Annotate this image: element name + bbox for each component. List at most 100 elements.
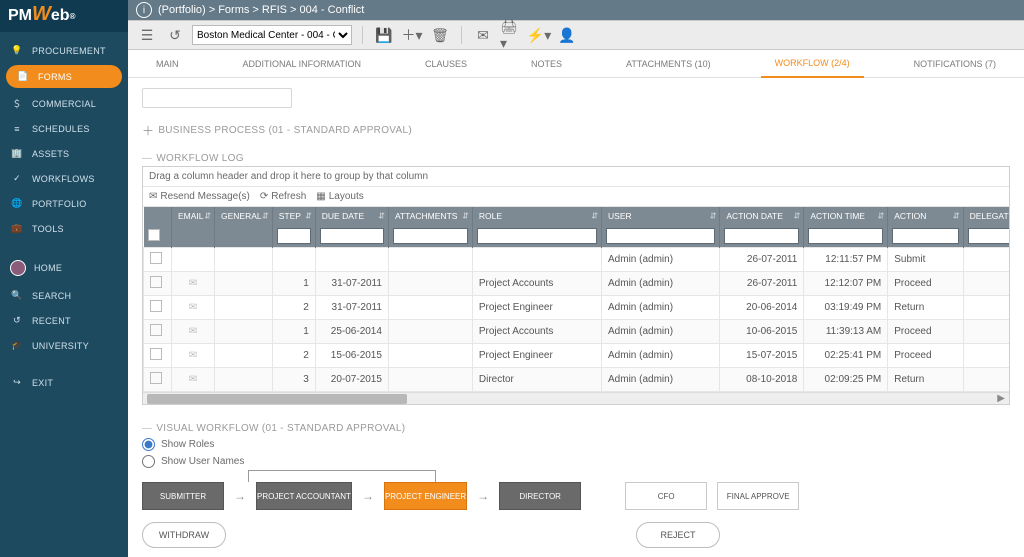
node-final-approve[interactable]: Final Approve: [717, 482, 799, 510]
col-due-date[interactable]: Due Date⇵: [315, 207, 388, 225]
tab-workflow-2-4-[interactable]: Workflow (2/4): [761, 51, 864, 78]
business-process-header[interactable]: ＋ Business Process (01 - Standard Approv…: [142, 122, 1010, 139]
row-checkbox[interactable]: [150, 252, 162, 264]
horizontal-scrollbar[interactable]: ▶: [143, 392, 1009, 404]
tab-notifications-7-[interactable]: Notifications (7): [900, 50, 1010, 77]
table-row[interactable]: Admin (admin)26-07-201112:11:57 PMSubmit…: [144, 248, 1010, 272]
tab-clauses[interactable]: Clauses: [411, 50, 481, 77]
withdraw-button[interactable]: Withdraw: [142, 522, 226, 548]
col-action-date[interactable]: Action Date⇵: [720, 207, 804, 225]
filter-input[interactable]: [393, 228, 468, 244]
list-icon[interactable]: ☰: [136, 24, 158, 46]
user-icon[interactable]: 👤: [556, 24, 578, 46]
sidebar-item-search[interactable]: 🔍Search: [0, 283, 128, 308]
row-checkbox[interactable]: [150, 324, 162, 336]
cell: 26-07-2011: [720, 272, 804, 296]
table-row[interactable]: ✉215-06-2015Project EngineerAdmin (admin…: [144, 344, 1010, 368]
tab-attachments-10-[interactable]: Attachments (10): [612, 50, 725, 77]
table-row[interactable]: ✉125-06-2014Project AccountsAdmin (admin…: [144, 320, 1010, 344]
sidebar-item-home[interactable]: Home: [0, 253, 128, 283]
filter-input[interactable]: [320, 228, 384, 244]
col-user[interactable]: User⇵: [602, 207, 720, 225]
print-icon[interactable]: 🖨▾: [500, 24, 522, 46]
table-row[interactable]: ✉320-07-2015DirectorAdmin (admin)08-10-2…: [144, 368, 1010, 392]
cell: [963, 296, 1009, 320]
layouts-button[interactable]: ▦ Layouts: [316, 191, 363, 202]
col-action[interactable]: Action⇵: [888, 207, 963, 225]
sidebar-item-tools[interactable]: 💼Tools: [0, 216, 128, 241]
select-all-checkbox[interactable]: [148, 229, 160, 241]
sidebar-item-schedules[interactable]: ≡Schedules: [0, 117, 128, 141]
sidebar-item-label: Recent: [32, 316, 71, 326]
filter-input[interactable]: [892, 228, 958, 244]
info-icon[interactable]: i: [136, 2, 152, 18]
bolt-icon[interactable]: ⚡▾: [528, 24, 550, 46]
table-row[interactable]: ✉131-07-2011Project AccountsAdmin (admin…: [144, 272, 1010, 296]
sidebar-item-procurement[interactable]: 💡Procurement: [0, 38, 128, 63]
tab-main[interactable]: Main: [142, 50, 193, 77]
cell: [215, 368, 273, 392]
col-email[interactable]: Email⇵: [171, 207, 214, 225]
avatar-icon: [10, 260, 26, 276]
sidebar-item-assets[interactable]: 🏢Assets: [0, 141, 128, 166]
sidebar-item-forms[interactable]: 📄Forms: [6, 65, 122, 88]
workflow-log-header[interactable]: Workflow Log: [142, 153, 1010, 164]
show-users-radio[interactable]: Show User Names: [142, 455, 1010, 468]
show-roles-input[interactable]: [142, 438, 155, 451]
add-icon[interactable]: ＋▾: [401, 24, 423, 46]
visual-workflow-header[interactable]: Visual Workflow (01 - Standard Approval): [142, 423, 1010, 434]
delete-icon[interactable]: 🗑: [429, 24, 451, 46]
sidebar-item-commercial[interactable]: ＄Commercial: [0, 90, 128, 117]
col-action-time[interactable]: Action Time⇵: [804, 207, 888, 225]
show-users-label: Show User Names: [161, 456, 244, 467]
row-checkbox[interactable]: [150, 276, 162, 288]
save-icon[interactable]: 💾: [373, 24, 395, 46]
table-row[interactable]: ✉231-07-2011Project EngineerAdmin (admin…: [144, 296, 1010, 320]
node-project-engineer[interactable]: Project Engineer: [384, 482, 467, 510]
col-delegate[interactable]: Delegate⇵: [963, 207, 1009, 225]
field-placeholder[interactable]: [142, 88, 292, 108]
sidebar-item-workflows[interactable]: ✓Workflows: [0, 166, 128, 191]
filter-input[interactable]: [808, 228, 883, 244]
sidebar-item-portfolio[interactable]: 🌐Portfolio: [0, 191, 128, 216]
refresh-button[interactable]: ⟳ Refresh: [260, 191, 306, 202]
col-step[interactable]: Step⇵: [272, 207, 315, 225]
filter-input[interactable]: [968, 228, 1009, 244]
node-submitter[interactable]: Submitter: [142, 482, 224, 510]
row-checkbox[interactable]: [150, 372, 162, 384]
filter-input[interactable]: [724, 228, 799, 244]
cell: [388, 272, 472, 296]
cell: 1: [272, 320, 315, 344]
node-project-accountant[interactable]: Project Accountant: [256, 482, 352, 510]
row-checkbox[interactable]: [150, 300, 162, 312]
record-select[interactable]: Boston Medical Center - 004 - Confl: [192, 25, 352, 45]
cell: [144, 344, 172, 368]
sidebar-item-university[interactable]: 🎓University: [0, 333, 128, 358]
tab-additional-information[interactable]: Additional Information: [228, 50, 375, 77]
briefcase-icon: 💼: [10, 223, 24, 234]
filter-input[interactable]: [477, 228, 597, 244]
resend-button[interactable]: ✉ Resend Message(s): [149, 191, 250, 202]
col-blank[interactable]: [144, 207, 172, 225]
show-users-input[interactable]: [142, 455, 155, 468]
show-roles-radio[interactable]: Show Roles: [142, 438, 1010, 451]
col-general[interactable]: General⇵: [215, 207, 273, 225]
group-hint[interactable]: Drag a column header and drop it here to…: [143, 167, 1009, 187]
filter-input[interactable]: [277, 228, 311, 244]
sidebar-item-recent[interactable]: ↺Recent: [0, 308, 128, 333]
filter-input[interactable]: [606, 228, 715, 244]
cell: Proceed: [888, 272, 963, 296]
row-checkbox[interactable]: [150, 348, 162, 360]
tab-notes[interactable]: Notes: [517, 50, 576, 77]
node-cfo[interactable]: CFO: [625, 482, 707, 510]
cell: Project Engineer: [472, 296, 601, 320]
grid-scroll[interactable]: Email⇵General⇵Step⇵Due Date⇵Attachments⇵…: [143, 207, 1009, 392]
col-role[interactable]: Role⇵: [472, 207, 601, 225]
sidebar-item-exit[interactable]: ↪Exit: [0, 370, 128, 395]
content: ＋ Business Process (01 - Standard Approv…: [128, 78, 1024, 557]
mail-icon[interactable]: ✉: [472, 24, 494, 46]
col-attachments[interactable]: Attachments⇵: [388, 207, 472, 225]
reject-button[interactable]: Reject: [636, 522, 720, 548]
history-icon[interactable]: ↺: [164, 24, 186, 46]
node-director[interactable]: Director: [499, 482, 581, 510]
